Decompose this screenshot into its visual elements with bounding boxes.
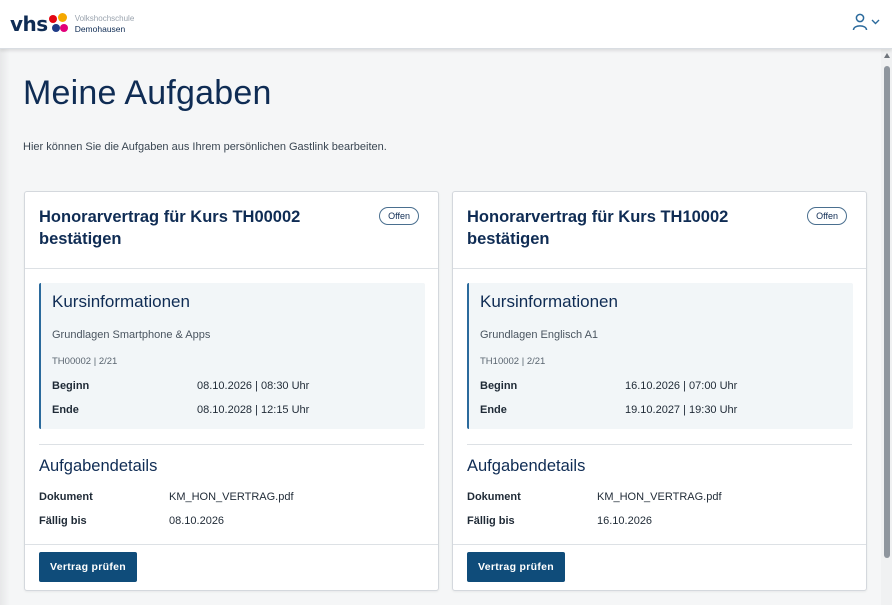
divider — [25, 268, 438, 269]
task-card: Honorarvertrag für Kurs TH10002 bestätig… — [452, 191, 867, 591]
chevron-down-icon — [871, 19, 880, 25]
end-label: Ende — [480, 404, 507, 416]
course-name: Grundlagen Smartphone & Apps — [52, 329, 211, 341]
top-bar: vhs Volkshochschule Demohausen — [0, 0, 892, 49]
task-title: Honorarvertrag für Kurs TH10002 bestätig… — [467, 208, 729, 248]
review-contract-button[interactable]: Vertrag prüfen — [39, 552, 137, 582]
course-name: Grundlagen Englisch A1 — [480, 329, 599, 341]
logo-text: Volkshochschule Demohausen — [75, 14, 135, 34]
course-code: TH10002 | 2/21 — [480, 356, 546, 367]
end-label: Ende — [52, 404, 79, 416]
document-label: Dokument — [467, 491, 521, 503]
vhs-logo[interactable]: vhs Volkshochschule Demohausen — [10, 11, 134, 37]
document-value: KM_HON_VERTRAG.pdf — [169, 491, 294, 503]
page-title: Meine Aufgaben — [23, 74, 272, 112]
due-value: 08.10.2026 — [169, 515, 225, 527]
status-badge: Offen — [379, 207, 419, 225]
document-value: KM_HON_VERTRAG.pdf — [597, 491, 722, 503]
due-label: Fällig bis — [39, 515, 87, 527]
main-content: Meine Aufgaben Hier können Sie die Aufga… — [0, 49, 881, 605]
logo-dots-icon — [48, 13, 69, 35]
course-info-heading: Kursinformationen — [480, 292, 618, 311]
task-details-heading: Aufgabendetails — [39, 457, 158, 475]
status-badge: Offen — [807, 207, 847, 225]
divider — [39, 444, 424, 445]
user-menu-button[interactable] — [852, 13, 880, 31]
divider — [25, 544, 438, 545]
review-contract-button[interactable]: Vertrag prüfen — [467, 552, 565, 582]
logo-wordmark: vhs — [10, 12, 48, 36]
divider — [453, 544, 866, 545]
end-value: 19.10.2027 | 19:30 Uhr — [625, 404, 738, 416]
begin-label: Beginn — [52, 380, 90, 392]
end-value: 08.10.2028 | 12:15 Uhr — [197, 404, 310, 416]
begin-label: Beginn — [480, 380, 518, 392]
due-value: 16.10.2026 — [597, 515, 653, 527]
course-code: TH00002 | 2/21 — [52, 356, 118, 367]
divider — [453, 268, 866, 269]
begin-value: 16.10.2026 | 07:00 Uhr — [625, 380, 738, 392]
due-label: Fällig bis — [467, 515, 515, 527]
begin-value: 08.10.2026 | 08:30 Uhr — [197, 380, 310, 392]
task-title: Honorarvertrag für Kurs TH00002 bestätig… — [39, 208, 301, 248]
page-intro: Hier können Sie die Aufgaben aus Ihrem p… — [23, 141, 387, 153]
scrollbar-thumb[interactable] — [884, 66, 890, 558]
user-icon — [852, 13, 868, 31]
course-info-panel: Kursinformationen Grundlagen Smartphone … — [39, 283, 425, 429]
divider — [467, 444, 852, 445]
course-info-panel: Kursinformationen Grundlagen Englisch A1… — [467, 283, 853, 429]
logo-line-2: Demohausen — [74, 24, 126, 34]
task-card: Honorarvertrag für Kurs TH00002 bestätig… — [24, 191, 439, 591]
course-info-heading: Kursinformationen — [52, 292, 190, 311]
document-label: Dokument — [39, 491, 93, 503]
task-details-heading: Aufgabendetails — [467, 457, 586, 475]
scroll-up-arrow-icon[interactable] — [884, 53, 890, 58]
logo-line-1: Volkshochschule — [74, 14, 135, 23]
